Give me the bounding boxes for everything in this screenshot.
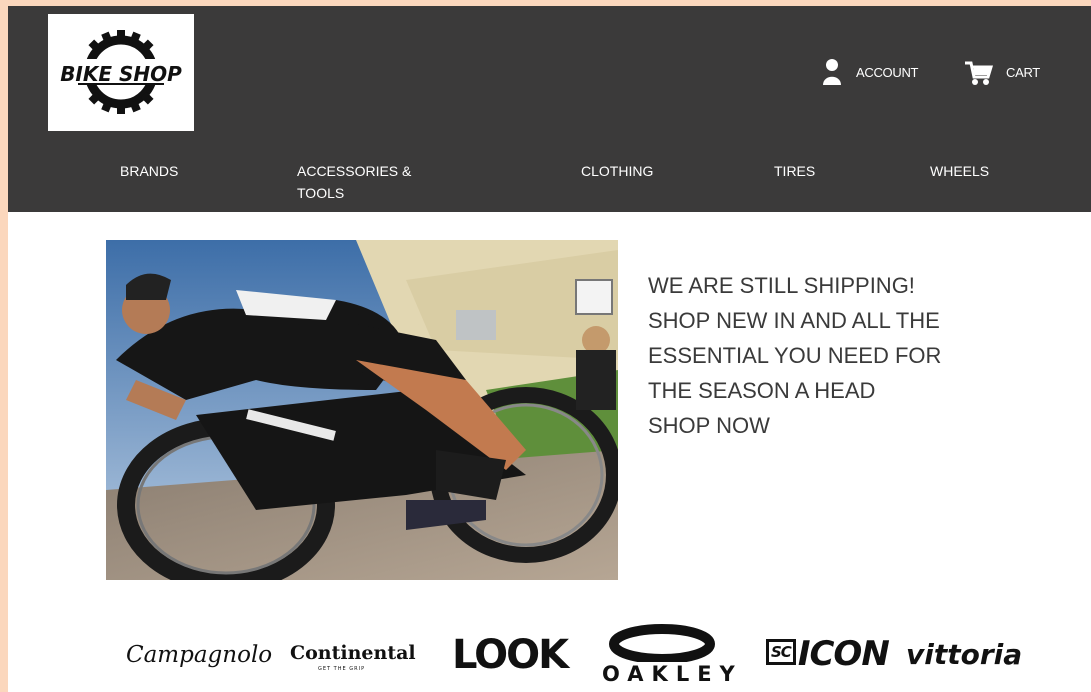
cart-icon — [965, 61, 994, 85]
promo-text-block: WE ARE STILL SHIPPING! SHOP NEW IN AND A… — [648, 268, 1008, 443]
brand-campagnolo-logo[interactable]: Campagnolo — [126, 642, 272, 668]
site-header: BIKE SHOP ACCOUNT CART BRANDS ACCESSORIE… — [8, 6, 1091, 212]
site-logo[interactable]: BIKE SHOP — [48, 14, 194, 131]
logo-text: BIKE SHOP — [60, 62, 182, 86]
promo-line: WE ARE STILL SHIPPING! — [648, 273, 915, 298]
nav-accessories-tools[interactable]: ACCESSORIES & TOOLS — [297, 160, 447, 204]
promo-line: SHOP NEW IN AND ALL THE — [648, 308, 940, 333]
nav-clothing[interactable]: CLOTHING — [581, 160, 653, 182]
account-link[interactable]: ACCOUNT — [822, 58, 918, 86]
main-content: WE ARE STILL SHIPPING! SHOP NEW IN AND A… — [8, 212, 1091, 692]
promo-line: ESSENTIAL YOU NEED FOR — [648, 343, 942, 368]
shop-now-link[interactable]: SHOP NOW — [648, 408, 1008, 443]
oakley-ellipse-icon — [609, 624, 715, 662]
brand-oakley-logo[interactable]: OAKLEY — [592, 622, 735, 686]
oakley-wordmark: OAKLEY — [602, 662, 743, 686]
user-icon — [823, 59, 841, 85]
brand-continental-logo[interactable]: Continental GET THE GRIP — [290, 642, 416, 672]
cyclist-photo — [106, 240, 618, 580]
main-nav: BRANDS ACCESSORIES & TOOLS CLOTHING TIRE… — [8, 160, 1091, 210]
brand-look-logo[interactable]: LOOK — [452, 632, 569, 678]
gear-logo-icon: BIKE SHOP — [60, 30, 182, 114]
brand-logo-strip: Campagnolo Continental GET THE GRIP LOOK… — [118, 616, 1068, 686]
continental-tagline: GET THE GRIP — [318, 666, 366, 672]
hero-image[interactable] — [106, 240, 618, 580]
continental-wordmark: Continental — [290, 642, 416, 664]
nav-brands[interactable]: BRANDS — [120, 160, 178, 182]
cart-link[interactable]: CART — [964, 58, 1040, 86]
account-label: ACCOUNT — [856, 64, 919, 80]
promo-line: THE SEASON A HEAD — [648, 378, 876, 403]
cart-label: CART — [1006, 64, 1040, 80]
brand-sc-icon-logo[interactable]: SC ICON — [766, 634, 890, 674]
nav-tires[interactable]: TIRES — [774, 160, 815, 182]
nav-wheels[interactable]: WHEELS — [930, 160, 989, 182]
sc-icon-wordmark: ICON — [797, 634, 890, 674]
sc-icon-prefix: SC — [766, 639, 796, 665]
brand-vittoria-logo[interactable]: vittoria — [906, 638, 1022, 671]
